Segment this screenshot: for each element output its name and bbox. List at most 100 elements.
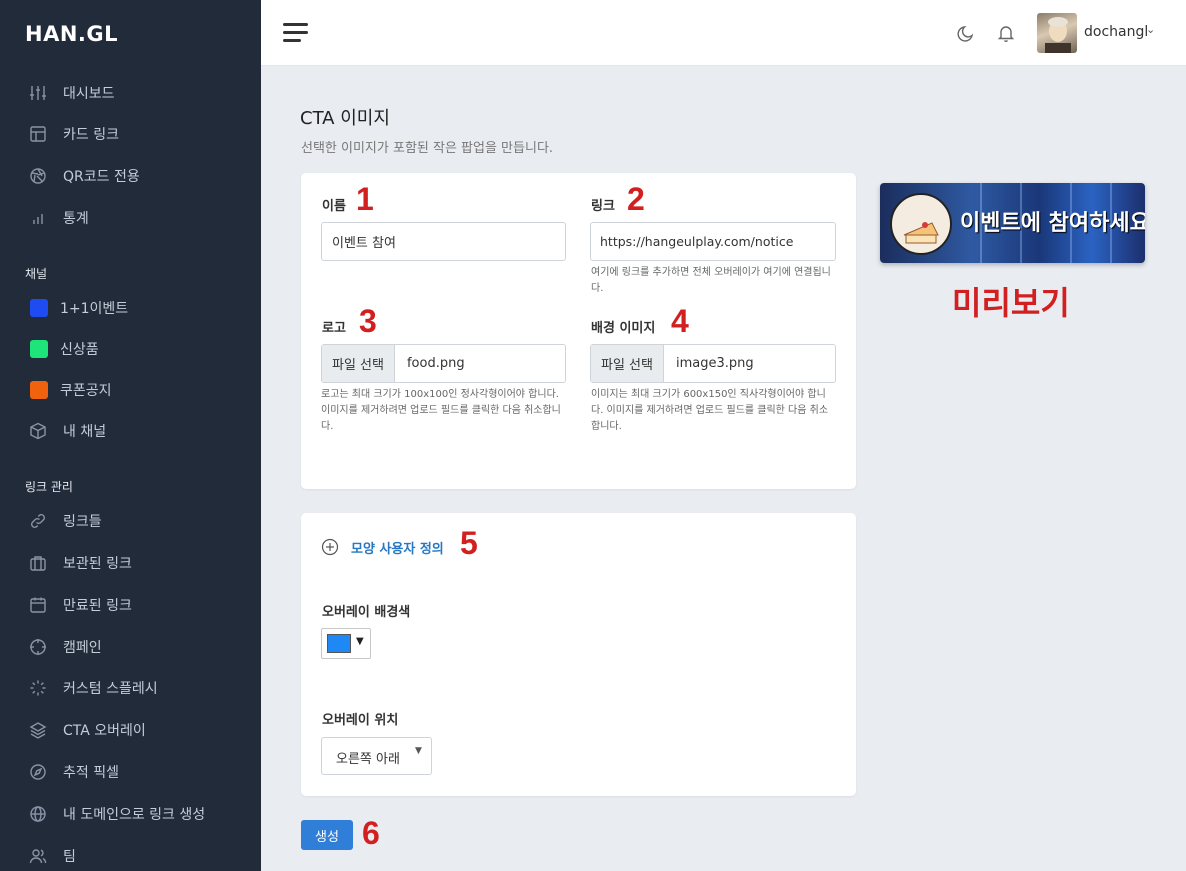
username[interactable]: dochangl bbox=[1084, 24, 1148, 40]
box-icon bbox=[30, 422, 46, 440]
background-help-text: 이미지는 최대 크기가 600x150인 직사각형이어야 합니다. 이미지를 제… bbox=[591, 389, 829, 432]
avatar[interactable] bbox=[1037, 13, 1077, 53]
customize-toggle-link[interactable]: 모양 사용자 정의 bbox=[351, 538, 444, 557]
sidebar-channel-new-product[interactable]: 신상품 bbox=[0, 331, 261, 367]
link-label: 링크 bbox=[591, 199, 615, 214]
sidebar-item-label: 팀 bbox=[63, 849, 76, 865]
sidebar-item-label: 보관된 링크 bbox=[63, 556, 132, 572]
sidebar-item-my-channel[interactable]: 내 채널 bbox=[0, 413, 261, 449]
section-title-channels: 채널 bbox=[25, 267, 48, 281]
users-icon bbox=[29, 849, 47, 864]
layout-icon bbox=[30, 126, 46, 142]
calendar-icon bbox=[30, 597, 46, 613]
overlay-color-picker[interactable]: ▼ bbox=[321, 628, 371, 659]
sidebar-item-label: QR코드 전용 bbox=[63, 169, 140, 185]
link-icon bbox=[31, 514, 45, 528]
brand-logo[interactable]: HAN.GL bbox=[25, 22, 118, 46]
annotation-number: 4 bbox=[671, 303, 689, 339]
sidebar-item-label: 통계 bbox=[63, 211, 89, 227]
sidebar-item-tracking-pixel[interactable]: 추적 픽셀 bbox=[0, 754, 261, 790]
sidebar-item-cta-overlay[interactable]: CTA 오버레이 bbox=[0, 712, 261, 748]
bell-icon[interactable] bbox=[995, 22, 1017, 44]
link-help-text: 여기에 링크를 추가하면 전체 오버레이가 여기에 연결됩니다. bbox=[591, 267, 831, 294]
sidebar-item-label: 내 채널 bbox=[63, 424, 107, 440]
overlay-position-label: 오버레이 위치 bbox=[322, 713, 399, 728]
background-file-choose-button[interactable]: 파일 선택 bbox=[591, 345, 664, 382]
channel-color-swatch bbox=[30, 299, 48, 317]
annotation-number: 2 bbox=[627, 181, 645, 217]
sidebar-item-card-link[interactable]: 카드 링크 bbox=[0, 116, 261, 152]
sidebar-item-team[interactable]: 팀 bbox=[0, 838, 261, 871]
create-button[interactable]: 생성 bbox=[301, 820, 353, 850]
page-subtitle: 선택한 이미지가 포함된 작은 팝업을 만듭니다. bbox=[301, 141, 554, 156]
logo-help-text: 로고는 최대 크기가 100x100인 정사각형이어야 합니다. 이미지를 제거… bbox=[321, 389, 561, 432]
section-title-link-management: 링크 관리 bbox=[25, 480, 73, 494]
sidebar-item-label: CTA 오버레이 bbox=[63, 723, 146, 739]
sidebar-channel-coupon[interactable]: 쿠폰공지 bbox=[0, 372, 261, 408]
globe-icon bbox=[30, 806, 46, 822]
sidebar-item-stats[interactable]: 통계 bbox=[0, 200, 261, 236]
sidebar-item-archived-links[interactable]: 보관된 링크 bbox=[0, 545, 261, 581]
logo-file-choose-button[interactable]: 파일 선택 bbox=[322, 345, 395, 382]
compass-icon bbox=[30, 764, 46, 780]
sliders-icon bbox=[30, 86, 46, 100]
logo-file-input[interactable]: 파일 선택 food.png bbox=[321, 344, 566, 383]
name-label: 이름 bbox=[322, 199, 346, 214]
sidebar-channel-1plus1[interactable]: 1+1이벤트 bbox=[0, 290, 261, 326]
sidebar-item-label: 추적 픽셀 bbox=[63, 765, 119, 781]
sidebar: HAN.GL 대시보드 카드 링크 QR코드 전용 통계 채널 1+1이벤트 신… bbox=[0, 0, 261, 871]
sidebar-item-label: 신상품 bbox=[60, 342, 99, 358]
sidebar-item-qr-code[interactable]: QR코드 전용 bbox=[0, 158, 261, 194]
name-input[interactable]: 이벤트 참여 bbox=[321, 222, 566, 261]
channel-color-swatch bbox=[30, 340, 48, 358]
menu-toggle-icon[interactable] bbox=[283, 22, 309, 44]
sidebar-item-label: 내 도메인으로 링크 생성 bbox=[63, 807, 206, 823]
preview-banner-text: 이벤트에 참여하세요 bbox=[960, 211, 1145, 236]
logo-file-name: food.png bbox=[406, 356, 465, 371]
sidebar-item-label: 커스텀 스플레시 bbox=[63, 681, 158, 697]
overlay-position-select[interactable]: 오른쪽 아래 ▼ bbox=[321, 737, 432, 775]
overlay-color-label: 오버레이 배경색 bbox=[322, 605, 411, 620]
sidebar-item-links[interactable]: 링크들 bbox=[0, 503, 261, 539]
channel-color-swatch bbox=[30, 381, 48, 399]
sidebar-item-custom-splash[interactable]: 커스텀 스플레시 bbox=[0, 670, 261, 706]
triangle-down-icon: ▼ bbox=[356, 636, 364, 647]
sidebar-item-custom-domain[interactable]: 내 도메인으로 링크 생성 bbox=[0, 796, 261, 832]
annotation-number: 3 bbox=[359, 303, 377, 339]
moon-icon[interactable] bbox=[955, 22, 977, 44]
sidebar-item-label: 카드 링크 bbox=[63, 127, 119, 143]
loader-icon bbox=[30, 680, 46, 696]
page-title: CTA 이미지 bbox=[300, 108, 390, 129]
link-input[interactable]: https://hangeulplay.com/notice bbox=[590, 222, 836, 261]
color-swatch bbox=[327, 634, 351, 653]
crosshair-icon bbox=[30, 639, 46, 655]
bar-chart-icon bbox=[33, 214, 43, 224]
top-bar: dochangl ⌄ bbox=[261, 0, 1186, 66]
sidebar-item-label: 만료된 링크 bbox=[63, 598, 132, 614]
logo-label: 로고 bbox=[322, 321, 346, 336]
annotation-number: 1 bbox=[356, 181, 374, 217]
layers-icon bbox=[29, 722, 47, 739]
cta-form-card bbox=[301, 173, 856, 489]
sidebar-item-expired-links[interactable]: 만료된 링크 bbox=[0, 587, 261, 623]
background-file-name: image3.png bbox=[675, 356, 754, 371]
plus-circle-icon[interactable] bbox=[321, 538, 339, 556]
sidebar-item-label: 링크들 bbox=[63, 514, 102, 530]
sidebar-item-label: 쿠폰공지 bbox=[60, 383, 112, 399]
sidebar-item-label: 대시보드 bbox=[63, 86, 115, 102]
annotation-number: 5 bbox=[460, 525, 478, 561]
sidebar-item-dashboard[interactable]: 대시보드 bbox=[0, 75, 261, 111]
background-image-label: 배경 이미지 bbox=[591, 321, 656, 336]
preview-logo bbox=[890, 193, 952, 255]
cta-preview-banner: 이벤트에 참여하세요 bbox=[880, 183, 1145, 263]
triangle-down-icon: ▼ bbox=[415, 746, 422, 756]
overlay-position-value: 오른쪽 아래 bbox=[336, 752, 400, 767]
annotation-number: 6 bbox=[362, 815, 380, 851]
sidebar-item-label: 1+1이벤트 bbox=[60, 301, 129, 317]
preview-caption: 미리보기 bbox=[952, 284, 1070, 322]
chevron-down-icon[interactable]: ⌄ bbox=[1146, 23, 1155, 36]
sidebar-item-label: 캠페인 bbox=[63, 640, 102, 656]
briefcase-icon bbox=[30, 556, 46, 571]
sidebar-item-campaigns[interactable]: 캠페인 bbox=[0, 629, 261, 665]
background-file-input[interactable]: 파일 선택 image3.png bbox=[590, 344, 836, 383]
